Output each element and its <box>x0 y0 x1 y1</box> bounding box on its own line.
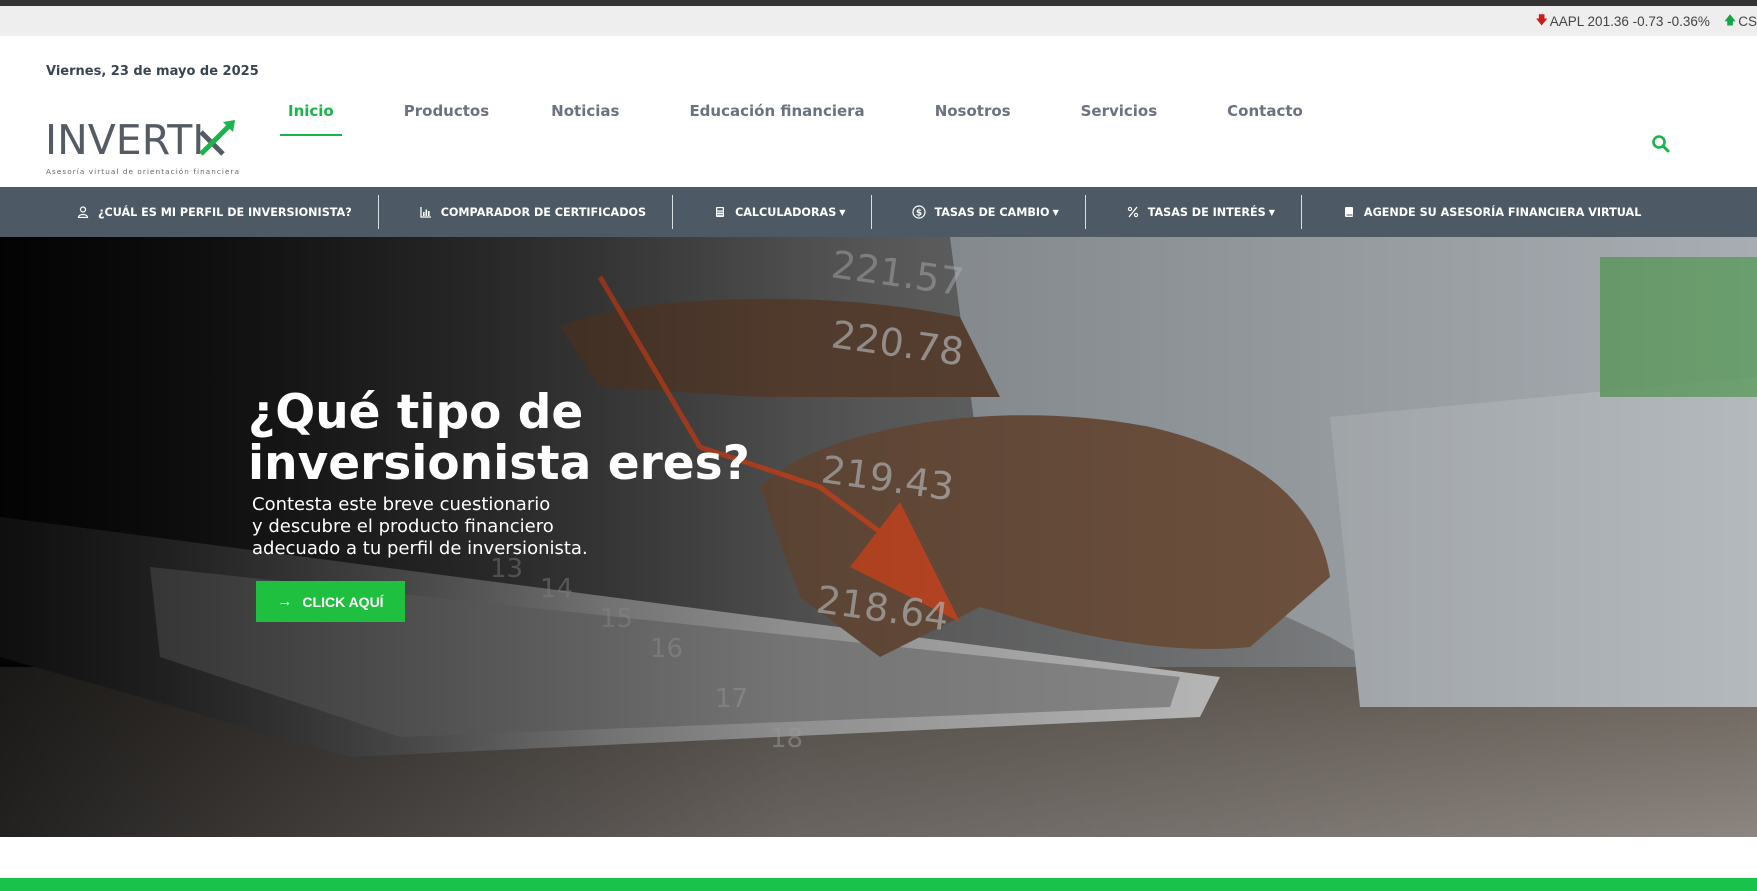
button-label: CLICK AQUÍ <box>302 593 384 610</box>
ticker-item[interactable]: 🡅 CS <box>1724 11 1757 32</box>
caret-down-icon: ▼ <box>1052 207 1059 217</box>
ticker-text: AAPL 201.36 -0.73 -0.36% <box>1549 13 1710 29</box>
caret-down-icon: ▼ <box>839 207 846 217</box>
hero-title-line: ¿Qué tipo de <box>248 385 584 440</box>
nav-noticias[interactable]: Noticias <box>533 96 637 136</box>
svg-text:INVERTI: INVERTI <box>45 118 204 164</box>
ticker-text: CS <box>1738 13 1757 29</box>
subnav-label: TASAS DE INTERÉS <box>1147 205 1266 219</box>
subnav-agende-asesoria[interactable]: AGENDE SU ASESORÍA FINANCIERA VIRTUAL <box>1302 194 1667 230</box>
hero-title-line: inversionista eres? <box>248 436 750 491</box>
secondary-navigation: ¿CUÁL ES MI PERFIL DE INVERSIONISTA? COM… <box>0 187 1757 237</box>
svg-text:$: $ <box>916 209 922 219</box>
user-icon <box>76 205 90 219</box>
hero-title: ¿Qué tipo de inversionista eres? <box>248 387 750 489</box>
section-divider-bar <box>0 878 1757 891</box>
site-logo[interactable]: INVERTI Asesoría virtual de orientación … <box>45 118 245 178</box>
book-icon <box>1342 205 1356 219</box>
percent-icon <box>1126 205 1140 219</box>
bar-chart-icon <box>419 205 433 219</box>
calculator-icon <box>713 205 727 219</box>
nav-nosotros[interactable]: Nosotros <box>917 96 1029 136</box>
hero-subtitle-line: Contesta este breve cuestionario <box>252 494 551 515</box>
arrow-up-icon: 🡅 <box>1723 12 1737 27</box>
nav-educacion-financiera[interactable]: Educación financiera <box>671 96 882 136</box>
hero-subtitle-line: y descubre el producto financiero <box>252 516 554 537</box>
search-icon[interactable] <box>1651 134 1671 154</box>
stock-ticker: 🡇 AAPL 201.36 -0.73 -0.36% 🡅 CS <box>0 6 1757 36</box>
subnav-calculadoras[interactable]: CALCULADORAS ▼ <box>673 194 871 230</box>
subnav-label: TASAS DE CAMBIO <box>934 205 1050 219</box>
arrow-right-icon: → <box>277 593 293 610</box>
click-aqui-button[interactable]: → CLICK AQUÍ <box>256 581 405 622</box>
subnav-label: COMPARADOR DE CERTIFICADOS <box>440 205 647 219</box>
ticker-item[interactable]: 🡇 AAPL 201.36 -0.73 -0.36% <box>1535 11 1709 32</box>
dollar-circle-icon: $ <box>912 205 927 219</box>
subnav-label: ¿CUÁL ES MI PERFIL DE INVERSIONISTA? <box>98 205 352 219</box>
arrow-down-icon: 🡇 <box>1535 12 1548 27</box>
main-navigation: Inicio Productos Noticias Educación fina… <box>270 96 1321 136</box>
current-date: Viernes, 23 de mayo de 2025 <box>46 64 259 79</box>
hero-subtitle: Contesta este breve cuestionario y descu… <box>252 494 588 560</box>
nav-contacto[interactable]: Contacto <box>1209 96 1321 136</box>
nav-productos[interactable]: Productos <box>386 96 507 136</box>
subnav-perfil-inversionista[interactable]: ¿CUÁL ES MI PERFIL DE INVERSIONISTA? <box>50 194 378 230</box>
subnav-label: AGENDE SU ASESORÍA FINANCIERA VIRTUAL <box>1363 205 1642 219</box>
hero-subtitle-line: adecuado a tu perfil de inversionista. <box>252 538 588 559</box>
site-header: Viernes, 23 de mayo de 2025 INVERTI Ases… <box>0 36 1757 187</box>
hero-banner: 220.78 221.57 219.43 218.64 13 14 15 16 … <box>0 237 1757 837</box>
caret-down-icon: ▼ <box>1268 207 1275 217</box>
subnav-comparador-certificados[interactable]: COMPARADOR DE CERTIFICADOS <box>379 194 672 230</box>
nav-inicio[interactable]: Inicio <box>270 96 352 136</box>
nav-servicios[interactable]: Servicios <box>1063 96 1176 136</box>
logo-tagline: Asesoría virtual de orientación financie… <box>46 167 241 176</box>
subnav-label: CALCULADORAS <box>735 205 837 219</box>
subnav-tasas-de-cambio[interactable]: $ TASAS DE CAMBIO ▼ <box>872 194 1084 230</box>
subnav-tasas-de-interes[interactable]: TASAS DE INTERÉS ▼ <box>1086 194 1301 230</box>
